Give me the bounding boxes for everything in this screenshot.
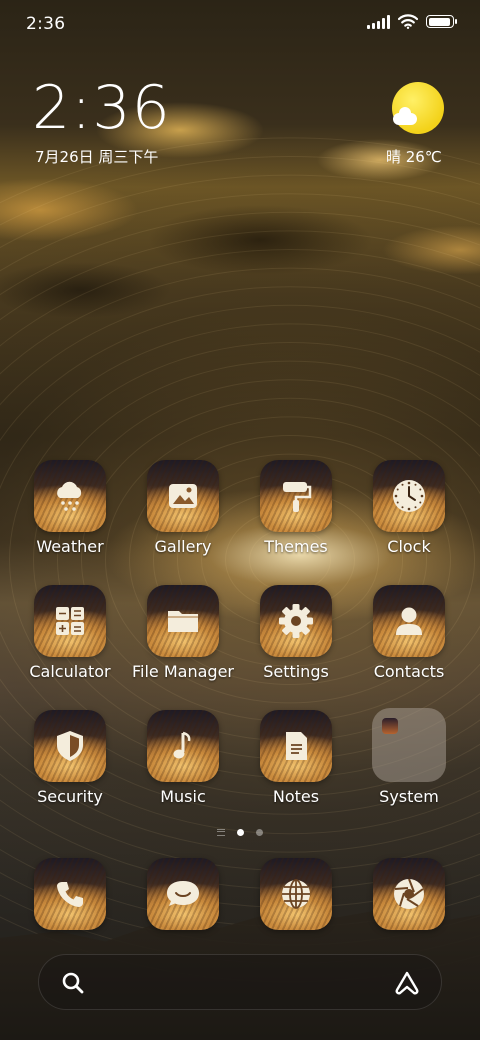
page-list-icon[interactable] — [217, 829, 225, 836]
app-label: System — [379, 787, 439, 806]
app-themes[interactable]: Themes — [236, 460, 356, 556]
gear-icon — [279, 604, 313, 638]
app-label: Weather — [36, 537, 104, 556]
page-dot[interactable] — [256, 829, 263, 836]
page-dot-active[interactable] — [237, 829, 244, 836]
app-tile[interactable] — [260, 710, 332, 782]
clock-widget-date[interactable]: 7月26日 周三下午 — [35, 146, 158, 167]
message-icon — [167, 881, 199, 906]
app-label: File Manager — [132, 662, 234, 681]
app-tile[interactable] — [373, 585, 445, 657]
wallpaper-ring — [0, 137, 480, 983]
app-label: Security — [37, 787, 103, 806]
app-tile[interactable] — [260, 585, 332, 657]
app-contacts[interactable]: Contacts — [349, 585, 469, 681]
app-tile[interactable] — [147, 585, 219, 657]
signal-icon — [367, 14, 390, 29]
clock-icon — [393, 480, 425, 512]
app-tile[interactable] — [373, 858, 445, 930]
phone-icon — [57, 882, 83, 907]
app-tile[interactable] — [34, 858, 106, 930]
app-tile[interactable] — [34, 710, 106, 782]
folder-icon — [168, 611, 198, 632]
shield-icon — [57, 731, 83, 761]
folder-mini-app-icon — [382, 718, 398, 734]
app-label: Themes — [264, 537, 328, 556]
calculator-icon — [56, 607, 84, 635]
app-file-manager[interactable]: File Manager — [123, 585, 243, 681]
browser-globe-icon — [282, 879, 310, 909]
dock-camera[interactable] — [349, 858, 469, 930]
app-tile[interactable] — [34, 585, 106, 657]
app-settings[interactable]: Settings — [236, 585, 356, 681]
app-tile[interactable] — [147, 858, 219, 930]
app-tile[interactable] — [260, 460, 332, 532]
app-label: Notes — [272, 787, 320, 806]
camera-aperture-icon — [394, 878, 424, 909]
cloud-icon — [393, 107, 417, 125]
note-icon — [286, 732, 307, 760]
app-label: Music — [160, 787, 206, 806]
weather-widget-text[interactable]: 晴 26℃ — [386, 146, 442, 167]
app-tile[interactable] — [373, 460, 445, 532]
weather-icon — [57, 481, 82, 511]
app-calculator[interactable]: Calculator — [10, 585, 130, 681]
app-weather[interactable]: Weather — [10, 460, 130, 556]
app-clock[interactable]: Clock — [349, 460, 469, 556]
wifi-icon — [398, 14, 418, 29]
assistant-icon[interactable] — [393, 970, 421, 996]
app-tile[interactable] — [147, 710, 219, 782]
app-label: Settings — [263, 662, 329, 681]
search-icon[interactable] — [61, 971, 85, 995]
clock-widget-time[interactable]: 2:36 — [32, 72, 171, 144]
gallery-icon — [169, 484, 197, 508]
app-music[interactable]: Music — [123, 710, 243, 806]
music-note-icon — [173, 731, 191, 759]
app-label: Contacts — [373, 662, 445, 681]
dock-browser[interactable] — [236, 858, 356, 930]
status-icons — [367, 14, 457, 29]
status-time: 2:36 — [26, 14, 66, 34]
app-notes[interactable]: Notes — [236, 710, 356, 806]
battery-icon — [426, 15, 457, 28]
app-tile[interactable] — [34, 460, 106, 532]
app-tile[interactable] — [147, 460, 219, 532]
app-label: Clock — [387, 537, 431, 556]
app-security[interactable]: Security — [10, 710, 130, 806]
status-bar: 2:36 — [0, 0, 480, 52]
dock-phone[interactable] — [10, 858, 130, 930]
person-icon — [396, 607, 422, 635]
app-tile[interactable] — [260, 858, 332, 930]
search-bar[interactable] — [38, 954, 442, 1010]
page-indicator[interactable] — [0, 829, 480, 836]
themes-icon — [283, 482, 312, 512]
app-label: Gallery — [154, 537, 212, 556]
folder-group-icon[interactable] — [372, 708, 446, 782]
dock-messages[interactable] — [123, 858, 243, 930]
folder-system[interactable]: System — [349, 708, 469, 806]
app-label: Calculator — [29, 662, 111, 681]
app-gallery[interactable]: Gallery — [123, 460, 243, 556]
